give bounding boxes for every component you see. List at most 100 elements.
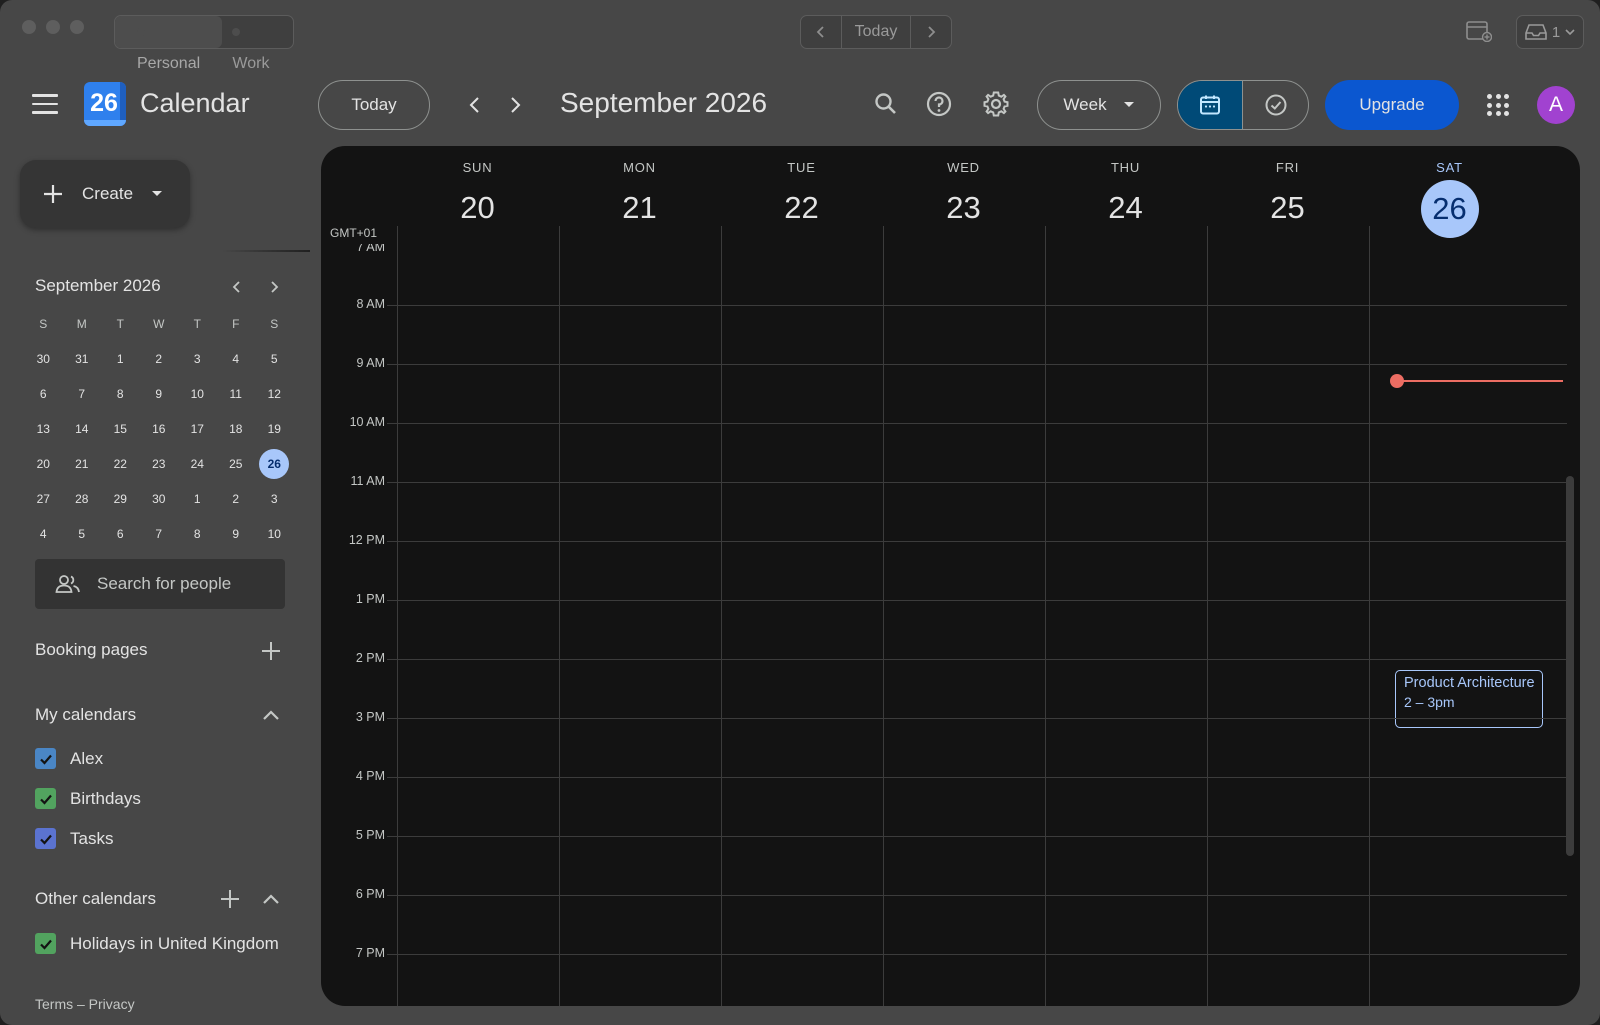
event-product-architecture[interactable]: Product Architecture 2 – 3pm — [1395, 670, 1543, 728]
titlebar-today-button[interactable]: Today — [841, 16, 911, 48]
collapse-other-calendars-button[interactable] — [260, 888, 282, 910]
add-booking-page-button[interactable] — [260, 640, 282, 662]
mini-calendar-day[interactable]: 5 — [63, 527, 102, 541]
mini-calendar-day[interactable]: 21 — [63, 457, 102, 471]
day-header-date-number: 24 — [1108, 190, 1143, 225]
mini-calendar-day[interactable]: 27 — [24, 492, 63, 506]
mini-calendar-day[interactable]: 14 — [63, 422, 102, 436]
profile-personal[interactable]: Personal — [115, 16, 223, 72]
calendar-item-tasks[interactable]: Tasks — [35, 828, 113, 849]
mini-calendar-prev-button[interactable] — [228, 278, 246, 296]
mini-calendar-day[interactable]: 13 — [24, 422, 63, 436]
mini-calendar-day[interactable]: 3 — [178, 352, 217, 366]
checkbox-checked[interactable] — [35, 748, 56, 769]
minimize-window-button[interactable] — [46, 20, 60, 34]
profile-personal-label: Personal — [137, 55, 201, 72]
main-menu-button[interactable] — [32, 94, 58, 114]
day-header-date[interactable]: 26 — [1367, 180, 1532, 238]
mini-calendar-day[interactable]: 9 — [217, 527, 256, 541]
mini-calendar-day-number: 17 — [190, 421, 204, 436]
mini-calendar-day[interactable]: 5 — [255, 352, 294, 366]
mini-calendar-day[interactable]: 18 — [217, 422, 256, 436]
mini-calendar-day[interactable]: 6 — [101, 527, 140, 541]
day-column-divider — [397, 226, 398, 1006]
today-button[interactable]: Today — [318, 80, 430, 130]
mini-calendar-next-button[interactable] — [265, 278, 283, 296]
calendar-item-holidays-uk[interactable]: Holidays in United Kingdom — [35, 933, 279, 954]
mini-calendar-day[interactable]: 8 — [101, 387, 140, 401]
mini-calendar-day[interactable]: 29 — [101, 492, 140, 506]
mini-calendar-day[interactable]: 9 — [140, 387, 179, 401]
day-header-date[interactable]: 20 — [395, 190, 560, 226]
mini-calendar-day[interactable]: 15 — [101, 422, 140, 436]
calendar-item-label: Birthdays — [70, 788, 141, 808]
upgrade-button[interactable]: Upgrade — [1325, 80, 1459, 130]
mini-calendar-day[interactable]: 11 — [217, 387, 256, 401]
checkbox-checked[interactable] — [35, 828, 56, 849]
help-button[interactable] — [925, 90, 953, 118]
close-window-button[interactable] — [22, 20, 36, 34]
apps-grid-button[interactable] — [1487, 94, 1509, 116]
dot-icon — [232, 28, 241, 36]
mini-calendar-day[interactable]: 4 — [217, 352, 256, 366]
view-selector[interactable]: Week — [1037, 80, 1161, 130]
tasks-mode-button[interactable] — [1243, 81, 1308, 129]
mini-calendar-day[interactable]: 7 — [140, 527, 179, 541]
mini-calendar-day[interactable]: 30 — [140, 492, 179, 506]
account-avatar[interactable]: A — [1537, 86, 1575, 124]
mini-calendar-day[interactable]: 1 — [178, 492, 217, 506]
mini-calendar-day[interactable]: 2 — [217, 492, 256, 506]
mini-calendar-day[interactable]: 30 — [24, 352, 63, 366]
settings-button[interactable] — [982, 90, 1010, 118]
add-other-calendar-button[interactable] — [219, 888, 241, 910]
day-header-date[interactable]: 23 — [881, 190, 1046, 226]
mini-calendar-day[interactable]: 28 — [63, 492, 102, 506]
mini-calendar-day[interactable]: 8 — [178, 527, 217, 541]
new-calendar-window-button[interactable] — [1466, 20, 1493, 47]
terms-privacy-links[interactable]: Terms – Privacy — [35, 996, 135, 1012]
titlebar-next-button[interactable] — [911, 16, 951, 48]
checkbox-checked[interactable] — [35, 933, 56, 954]
mini-calendar-weekday: T — [193, 316, 201, 331]
mini-calendar-day[interactable]: 31 — [63, 352, 102, 366]
mini-calendar: S M T W T F S 30 31 1 2 3 4 5 6 7 8 9 10 11 12 13 14 15 16 17 18 19… — [24, 306, 294, 551]
mini-calendar-day[interactable]: 20 — [24, 457, 63, 471]
day-header-date[interactable]: 24 — [1043, 190, 1208, 226]
calendar-mode-button[interactable] — [1178, 81, 1243, 129]
next-week-button[interactable] — [503, 93, 527, 117]
mini-calendar-day[interactable]: 7 — [63, 387, 102, 401]
mini-calendar-day[interactable]: 10 — [255, 527, 294, 541]
mini-calendar-day[interactable]: 16 — [140, 422, 179, 436]
mini-calendar-day[interactable]: 23 — [140, 457, 179, 471]
day-header-date[interactable]: 21 — [557, 190, 722, 226]
week-view-scrollbar[interactable] — [1566, 476, 1574, 856]
mini-calendar-day[interactable]: 12 — [255, 387, 294, 401]
mini-calendar-day[interactable]: 6 — [24, 387, 63, 401]
mini-calendar-day[interactable]: 24 — [178, 457, 217, 471]
calendar-item-alex[interactable]: Alex — [35, 748, 103, 769]
mini-calendar-day[interactable]: 22 — [101, 457, 140, 471]
collapse-my-calendars-button[interactable] — [260, 704, 282, 726]
titlebar-prev-button[interactable] — [801, 16, 841, 48]
mini-calendar-day[interactable]: 25 — [217, 457, 256, 471]
day-header-date[interactable]: 25 — [1205, 190, 1370, 226]
checkbox-checked[interactable] — [35, 788, 56, 809]
mini-calendar-day[interactable]: 3 — [255, 492, 294, 506]
day-header-date[interactable]: 22 — [719, 190, 884, 226]
create-button[interactable]: Create — [20, 160, 190, 228]
search-people-input[interactable]: Search for people — [35, 559, 285, 609]
calendar-item-birthdays[interactable]: Birthdays — [35, 788, 141, 809]
mini-calendar-day[interactable]: 1 — [101, 352, 140, 366]
mini-calendar-day[interactable]: 4 — [24, 527, 63, 541]
mini-calendar-day[interactable]: 19 — [255, 422, 294, 436]
zoom-window-button[interactable] — [70, 20, 84, 34]
mini-calendar-day[interactable]: 17 — [178, 422, 217, 436]
inbox-button[interactable]: 1 — [1516, 15, 1584, 49]
previous-week-button[interactable] — [463, 93, 487, 117]
search-button[interactable] — [872, 90, 900, 118]
mini-calendar-day[interactable]: 26 — [255, 448, 294, 479]
mini-calendar-day[interactable]: 2 — [140, 352, 179, 366]
mini-calendar-day[interactable]: 10 — [178, 387, 217, 401]
mini-calendar-weekday: M — [76, 316, 87, 331]
profile-work[interactable]: Work — [222, 16, 293, 72]
